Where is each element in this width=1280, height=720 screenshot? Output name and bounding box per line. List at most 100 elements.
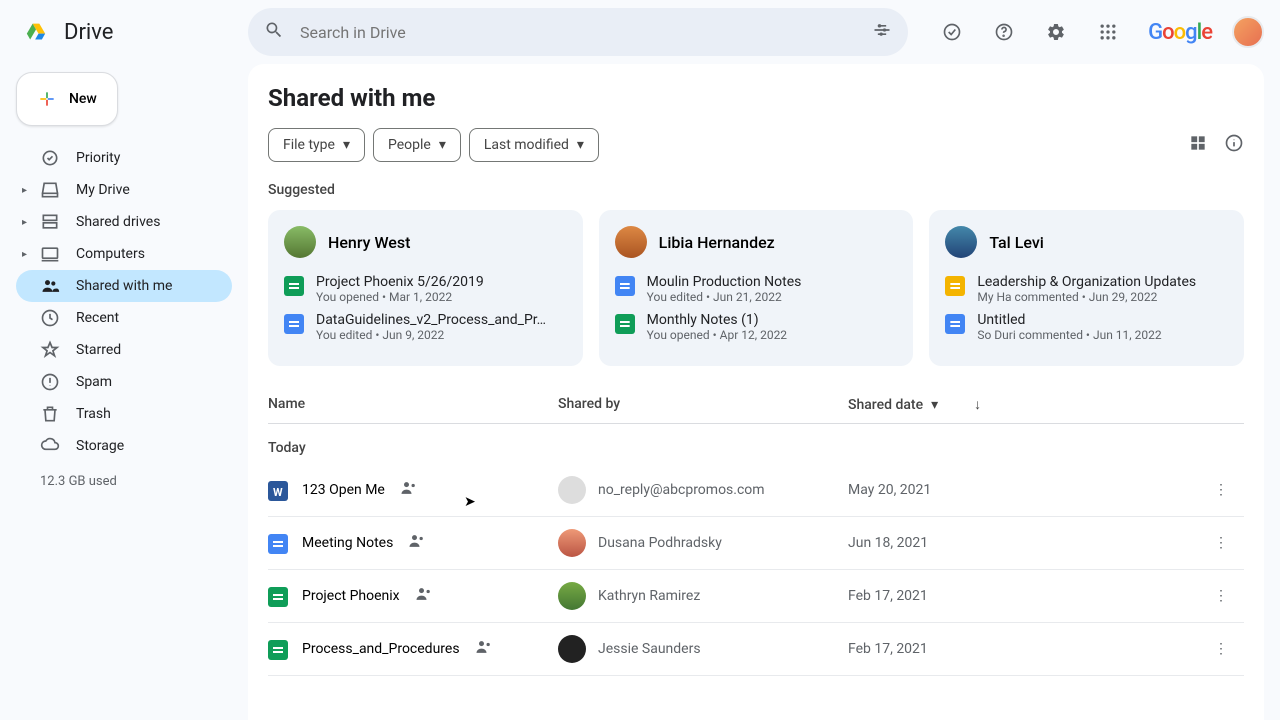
sharer-avatar: [558, 476, 586, 504]
sharer-avatar: [558, 635, 586, 663]
sheets-icon: [615, 314, 635, 334]
sharer-avatar: [558, 529, 586, 557]
group-today: Today: [268, 424, 1244, 464]
arrow-down-icon[interactable]: ↓: [974, 396, 981, 413]
file-row[interactable]: Meeting Notes Dusana Podhradsky Jun 18, …: [268, 517, 1244, 570]
storage-icon: [40, 436, 60, 456]
sidebar: New Priority ▸My Drive ▸Shared drives ▸C…: [0, 64, 248, 509]
col-shared-by[interactable]: Shared by: [558, 396, 848, 413]
nav-shared-with-me[interactable]: Shared with me: [16, 270, 232, 302]
starred-icon: [40, 340, 60, 360]
person-avatar: [284, 226, 316, 258]
docs-icon: [268, 534, 288, 554]
shared-drives-icon: [40, 212, 60, 232]
sheets-icon: [284, 276, 304, 296]
shared-icon: [399, 478, 419, 502]
grid-view-icon[interactable]: [1188, 133, 1208, 157]
nav-recent[interactable]: Recent: [16, 302, 232, 334]
person-avatar: [615, 226, 647, 258]
search-icon: [264, 20, 284, 44]
sharer-avatar: [558, 582, 586, 610]
docs-icon: [945, 314, 965, 334]
ready-offline-icon[interactable]: [932, 12, 972, 52]
slides-icon: [945, 276, 965, 296]
suggested-file[interactable]: Monthly Notes (1)You opened • Apr 12, 20…: [615, 312, 898, 342]
sheets-icon: [268, 587, 288, 607]
page-title: Shared with me: [268, 84, 1244, 112]
help-icon[interactable]: [984, 12, 1024, 52]
nav-computers[interactable]: ▸Computers: [16, 238, 232, 270]
filter-bar: File type▾ People▾ Last modified▾: [268, 128, 1244, 162]
trash-icon: [40, 404, 60, 424]
col-name[interactable]: Name: [268, 396, 558, 413]
logo-area[interactable]: Drive: [16, 12, 248, 52]
expand-icon[interactable]: ▸: [22, 217, 27, 228]
suggested-file[interactable]: UntitledSo Duri commented • Jun 11, 2022: [945, 312, 1228, 342]
word-icon: [268, 481, 288, 501]
filter-people[interactable]: People▾: [373, 128, 461, 162]
search-input[interactable]: [300, 23, 856, 42]
header-actions: Google: [908, 12, 1264, 52]
col-shared-date[interactable]: Shared date▾↓: [848, 396, 1138, 413]
main-content: Shared with me File type▾ People▾ Last m…: [248, 64, 1264, 720]
shared-icon: [474, 637, 494, 661]
filter-last-modified[interactable]: Last modified▾: [469, 128, 599, 162]
new-button[interactable]: New: [16, 72, 118, 126]
expand-icon[interactable]: ▸: [22, 249, 27, 260]
nav-spam[interactable]: Spam: [16, 366, 232, 398]
new-label: New: [69, 91, 97, 107]
priority-icon: [40, 148, 60, 168]
suggested-label: Suggested: [268, 182, 1244, 198]
person-avatar: [945, 226, 977, 258]
storage-used-text: 12.3 GB used: [16, 462, 232, 501]
suggested-file[interactable]: Moulin Production NotesYou edited • Jun …: [615, 274, 898, 304]
spam-icon: [40, 372, 60, 392]
nav-storage[interactable]: Storage: [16, 430, 232, 462]
my-drive-icon: [40, 180, 60, 200]
more-icon[interactable]: ⋮: [1206, 478, 1236, 502]
app-name: Drive: [64, 20, 113, 45]
drive-logo-icon: [16, 12, 56, 52]
nav-shared-drives[interactable]: ▸Shared drives: [16, 206, 232, 238]
shared-icon: [407, 531, 427, 555]
chevron-down-icon: ▾: [931, 397, 938, 413]
nav-my-drive[interactable]: ▸My Drive: [16, 174, 232, 206]
recent-icon: [40, 308, 60, 328]
expand-icon[interactable]: ▸: [22, 185, 27, 196]
docs-icon: [615, 276, 635, 296]
info-icon[interactable]: [1224, 133, 1244, 157]
sheets-icon: [268, 640, 288, 660]
shared-with-me-icon: [40, 276, 60, 296]
account-avatar[interactable]: [1232, 16, 1264, 48]
nav-trash[interactable]: Trash: [16, 398, 232, 430]
computers-icon: [40, 244, 60, 264]
nav-starred[interactable]: Starred: [16, 334, 232, 366]
chevron-down-icon: ▾: [343, 137, 350, 153]
file-row[interactable]: Process_and_Procedures Jessie Saunders F…: [268, 623, 1244, 676]
google-logo: Google: [1140, 20, 1220, 45]
apps-icon[interactable]: [1088, 12, 1128, 52]
suggested-file[interactable]: Project Phoenix 5/26/2019You opened • Ma…: [284, 274, 567, 304]
suggest-card[interactable]: Libia Hernandez Moulin Production NotesY…: [599, 210, 914, 366]
chevron-down-icon: ▾: [577, 137, 584, 153]
table-header: Name Shared by Shared date▾↓: [268, 386, 1244, 424]
more-icon[interactable]: ⋮: [1206, 584, 1236, 608]
filter-file-type[interactable]: File type▾: [268, 128, 365, 162]
suggest-card[interactable]: Tal Levi Leadership & Organization Updat…: [929, 210, 1244, 366]
chevron-down-icon: ▾: [439, 137, 446, 153]
more-icon[interactable]: ⋮: [1206, 531, 1236, 555]
more-icon[interactable]: ⋮: [1206, 637, 1236, 661]
file-row[interactable]: 123 Open Me no_reply@abcpromos.com May 2…: [268, 464, 1244, 517]
settings-icon[interactable]: [1036, 12, 1076, 52]
suggested-file[interactable]: DataGuidelines_v2_Process_and_Pr…You edi…: [284, 312, 567, 342]
nav-priority[interactable]: Priority: [16, 142, 232, 174]
suggested-cards: Henry West Project Phoenix 5/26/2019You …: [268, 210, 1244, 366]
docs-icon: [284, 314, 304, 334]
app-header: Drive Google: [0, 0, 1280, 64]
file-row[interactable]: Project Phoenix Kathryn Ramirez Feb 17, …: [268, 570, 1244, 623]
search-options-icon[interactable]: [872, 20, 892, 44]
suggest-card[interactable]: Henry West Project Phoenix 5/26/2019You …: [268, 210, 583, 366]
suggested-file[interactable]: Leadership & Organization UpdatesMy Ha c…: [945, 274, 1228, 304]
shared-icon: [414, 584, 434, 608]
search-bar[interactable]: [248, 8, 908, 56]
